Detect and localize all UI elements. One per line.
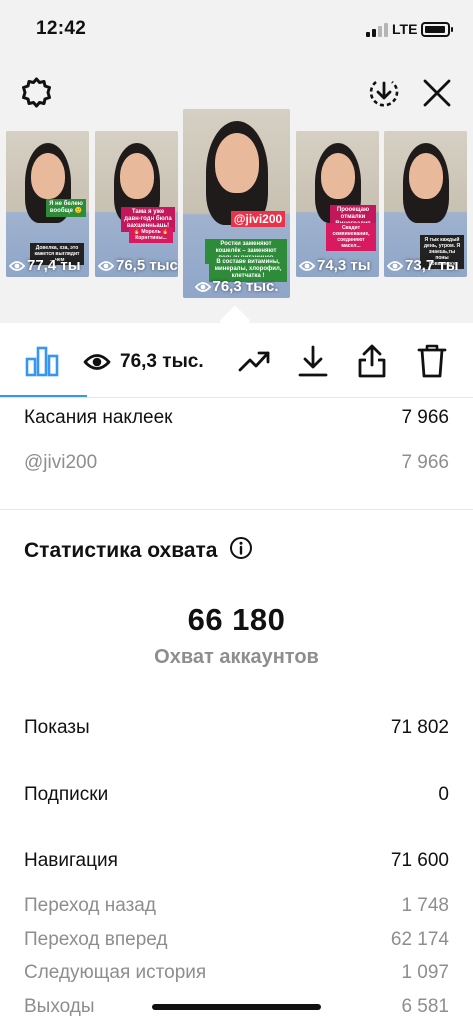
delete-button[interactable] — [417, 343, 447, 384]
close-button[interactable] — [422, 78, 452, 108]
mention-taps-row: @jivi200 7 966 — [24, 452, 449, 474]
story-thumbnail-4[interactable]: Прооещаю отмалки Виноградит Свадит семяи… — [296, 131, 379, 277]
thumbnail-views: 77,4 ты — [9, 257, 81, 274]
navigation-label: Навигация — [24, 850, 118, 871]
gear-icon — [22, 77, 51, 108]
trending-up-icon — [238, 351, 270, 372]
eye-icon — [299, 261, 315, 271]
back-value: 1 748 — [401, 895, 449, 916]
forward-label: Переход вперед — [24, 929, 168, 950]
story-thumbnail-1[interactable]: Я не белею вообще 🙂 Довелка, хза, это ка… — [6, 131, 89, 277]
next-story-row: Следующая история 1 097 — [24, 962, 449, 984]
signal-icon — [366, 23, 388, 37]
navigation-value: 71 600 — [390, 850, 449, 871]
battery-icon — [421, 22, 453, 37]
sticker-taps-value: 7 966 — [401, 407, 449, 428]
text-sticker: Свадит семяиневание, соединяют масел... — [326, 223, 376, 251]
next-story-label: Следующая история — [24, 962, 207, 983]
thumbnail-views: 76,5 тыс. — [98, 257, 178, 274]
divider — [0, 397, 473, 398]
promote-button[interactable] — [238, 348, 272, 379]
navigation-row: Навигация 71 600 — [24, 850, 449, 872]
eye-icon — [387, 261, 403, 271]
thumbnail-views: 74,3 ты — [299, 257, 371, 274]
follows-row: Подписки 0 — [24, 784, 449, 806]
exits-value: 6 581 — [401, 996, 449, 1017]
story-thumbnail-2[interactable]: Тама я уже давн-годн бюла вахшенньаць! 🔥… — [95, 131, 178, 277]
mention-sticker: @jivi200 — [231, 211, 285, 227]
views-count[interactable]: 76,3 тыс. — [120, 351, 204, 373]
text-sticker: Я не белею вообще 🙂 — [46, 199, 86, 217]
follows-value: 0 — [438, 784, 449, 805]
home-indicator — [152, 1004, 321, 1010]
share-button[interactable] — [356, 343, 388, 384]
eye-icon — [194, 282, 211, 292]
text-sticker: 🔥 Морель 🔥 Корнттины... — [129, 227, 173, 243]
story-thumbnail-selected[interactable]: @jivi200 Ростки заменяют кошелёк – замен… — [183, 109, 290, 298]
reach-section-title: Статистика охвата — [24, 536, 253, 566]
download-all-button[interactable] — [366, 75, 402, 111]
exits-label: Выходы — [24, 996, 95, 1017]
download-icon — [298, 345, 328, 377]
bar-chart-icon — [25, 346, 59, 377]
forward-row: Переход вперед 62 174 — [24, 929, 449, 951]
back-label: Переход назад — [24, 895, 156, 916]
download-circle-icon — [369, 80, 399, 107]
close-icon — [423, 79, 451, 107]
impressions-row: Показы 71 802 — [24, 717, 449, 739]
back-row: Переход назад 1 748 — [24, 895, 449, 917]
eye-icon — [9, 261, 25, 271]
follows-label: Подписки — [24, 784, 109, 805]
divider — [0, 509, 473, 510]
status-time: 12:42 — [36, 18, 87, 39]
reach-title-text: Статистика охвата — [24, 539, 218, 562]
story-thumbnail-5[interactable]: Я тык каждый день, утром. Я знаешь,ты по… — [384, 131, 467, 277]
settings-button[interactable] — [20, 76, 53, 109]
impressions-label: Показы — [24, 717, 90, 738]
accounts-reached-label: Охват аккаунтов — [154, 646, 319, 668]
trash-icon — [417, 344, 447, 378]
info-icon[interactable] — [229, 536, 253, 566]
impressions-value: 71 802 — [390, 717, 449, 738]
tab-viewers[interactable] — [83, 352, 111, 377]
eye-icon — [98, 261, 114, 271]
accounts-reached-value: 66 180 — [187, 602, 286, 637]
status-bar: 12:42 LTE — [0, 0, 473, 60]
eye-icon — [83, 354, 111, 370]
thumbnail-views: 76,3 тыс. — [194, 278, 279, 295]
share-icon — [358, 344, 386, 378]
mention-label: @jivi200 — [24, 452, 98, 473]
sticker-taps-row: Касания наклеек 7 966 — [24, 407, 449, 429]
tab-insights[interactable] — [25, 345, 59, 382]
sticker-taps-label: Касания наклеек — [24, 407, 173, 428]
thumbnail-views: 73,7 ты — [387, 257, 459, 274]
download-button[interactable] — [298, 344, 328, 383]
next-story-value: 1 097 — [401, 962, 449, 983]
mention-value: 7 966 — [401, 452, 449, 473]
network-type: LTE — [392, 21, 418, 37]
forward-value: 62 174 — [390, 929, 449, 950]
